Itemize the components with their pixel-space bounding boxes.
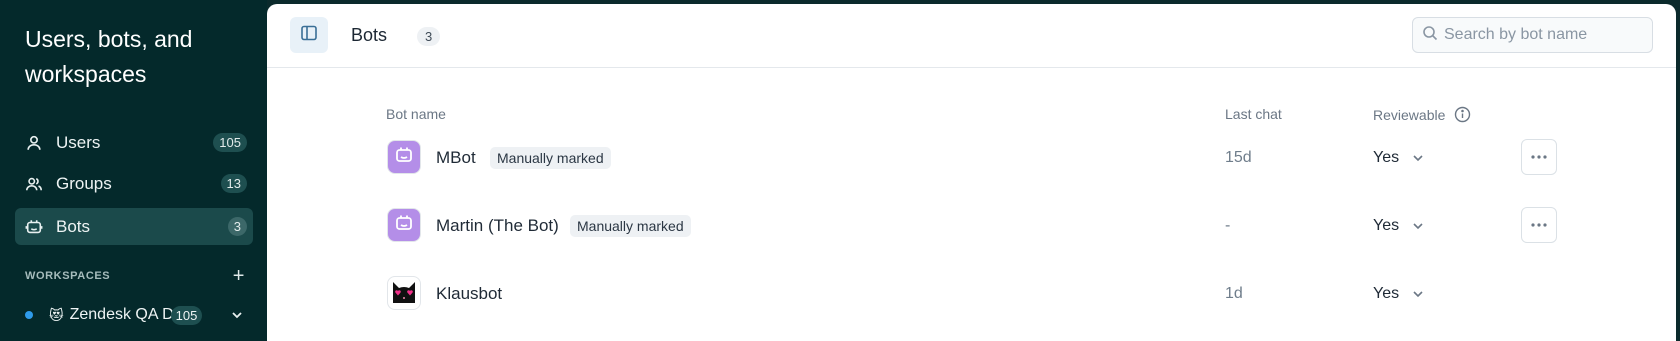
sidebar-item-groups[interactable]: Groups 13 — [15, 165, 253, 202]
title-count-badge: 3 — [417, 27, 441, 46]
search-box[interactable] — [1412, 17, 1653, 53]
sidebar-item-label: Bots — [56, 216, 91, 236]
bot-avatar — [387, 208, 421, 242]
column-header-bot-name[interactable]: Bot name — [386, 106, 446, 122]
topbar: Bots 3 — [267, 4, 1676, 68]
info-icon[interactable] — [1454, 106, 1471, 123]
ellipsis-icon — [1531, 155, 1547, 159]
more-actions-button[interactable] — [1521, 139, 1557, 175]
sidebar: Users, bots, and workspaces Users 105 Gr… — [0, 0, 267, 341]
count-badge: 105 — [213, 133, 247, 152]
last-chat-value: - — [1225, 217, 1231, 234]
table-row[interactable]: MBot Manually marked 15d Yes — [267, 139, 1676, 203]
column-header-reviewable[interactable]: Reviewable — [1373, 106, 1471, 123]
reviewable-value: Yes — [1373, 285, 1400, 302]
sidebar-item-label: Groups — [56, 173, 112, 193]
last-chat-value: 15d — [1225, 149, 1252, 166]
groups-icon — [25, 175, 43, 193]
bot-icon — [394, 213, 414, 238]
count-badge: 3 — [227, 217, 247, 236]
bot-name: Klausbot — [436, 284, 503, 303]
count-badge: 13 — [220, 174, 247, 193]
reviewable-value: Yes — [1373, 149, 1400, 166]
sidebar-item-label: Users — [56, 132, 101, 152]
manually-marked-tag: Manually marked — [490, 147, 611, 169]
search-icon — [1422, 25, 1438, 46]
manually-marked-tag: Manually marked — [570, 215, 691, 237]
workspace-item[interactable]: 😻 Zendesk QA Demo 105 — [25, 304, 250, 326]
bot-icon — [394, 145, 414, 170]
sidebar-item-users[interactable]: Users 105 — [15, 124, 253, 161]
reviewable-value: Yes — [1373, 217, 1400, 234]
more-actions-button[interactable] — [1521, 207, 1557, 243]
bot-name: Martin (The Bot) — [436, 216, 559, 235]
reviewable-dropdown[interactable]: Yes — [1373, 285, 1425, 303]
sidebar-title: Users, bots, and workspaces — [25, 26, 193, 87]
column-header-last-chat[interactable]: Last chat — [1225, 106, 1282, 122]
search-input[interactable] — [1444, 26, 1644, 44]
sidebar-panel-icon — [300, 24, 318, 47]
workspace-count-badge: 105 — [170, 305, 203, 325]
page-title: Bots — [351, 25, 388, 45]
chevron-down-icon — [1399, 219, 1425, 233]
add-workspace-icon[interactable]: + — [233, 266, 245, 286]
chevron-down-icon[interactable] — [230, 308, 244, 322]
column-header-label: Reviewable — [1373, 106, 1446, 123]
cat-heart-eyes-icon — [389, 276, 419, 311]
reviewable-dropdown[interactable]: Yes — [1373, 149, 1425, 167]
table-row[interactable]: Martin (The Bot) Manually marked - Yes — [267, 207, 1676, 271]
main-panel: Bots 3 Bot name Last chat Reviewable MBo… — [267, 4, 1676, 341]
bot-avatar — [387, 276, 421, 310]
workspace-name: Zendesk QA Demo — [69, 306, 175, 323]
table-row[interactable]: Klausbot 1d Yes — [267, 275, 1676, 339]
last-chat-value: 1d — [1225, 285, 1243, 302]
workspaces-header: WORKSPACES + — [25, 266, 245, 286]
bot-name: MBot — [436, 148, 476, 167]
user-icon — [25, 134, 43, 152]
bot-icon — [25, 218, 43, 236]
bot-avatar — [387, 140, 421, 174]
chevron-down-icon — [1399, 151, 1425, 165]
sidebar-item-bots[interactable]: Bots 3 — [15, 208, 253, 245]
workspaces-label: WORKSPACES — [25, 270, 111, 282]
chevron-down-icon — [1399, 287, 1425, 301]
reviewable-dropdown[interactable]: Yes — [1373, 217, 1425, 235]
ellipsis-icon — [1531, 223, 1547, 227]
sidebar-toggle-button[interactable] — [290, 17, 328, 53]
workspace-emoji: 😻 — [49, 306, 64, 323]
status-dot — [25, 311, 33, 319]
